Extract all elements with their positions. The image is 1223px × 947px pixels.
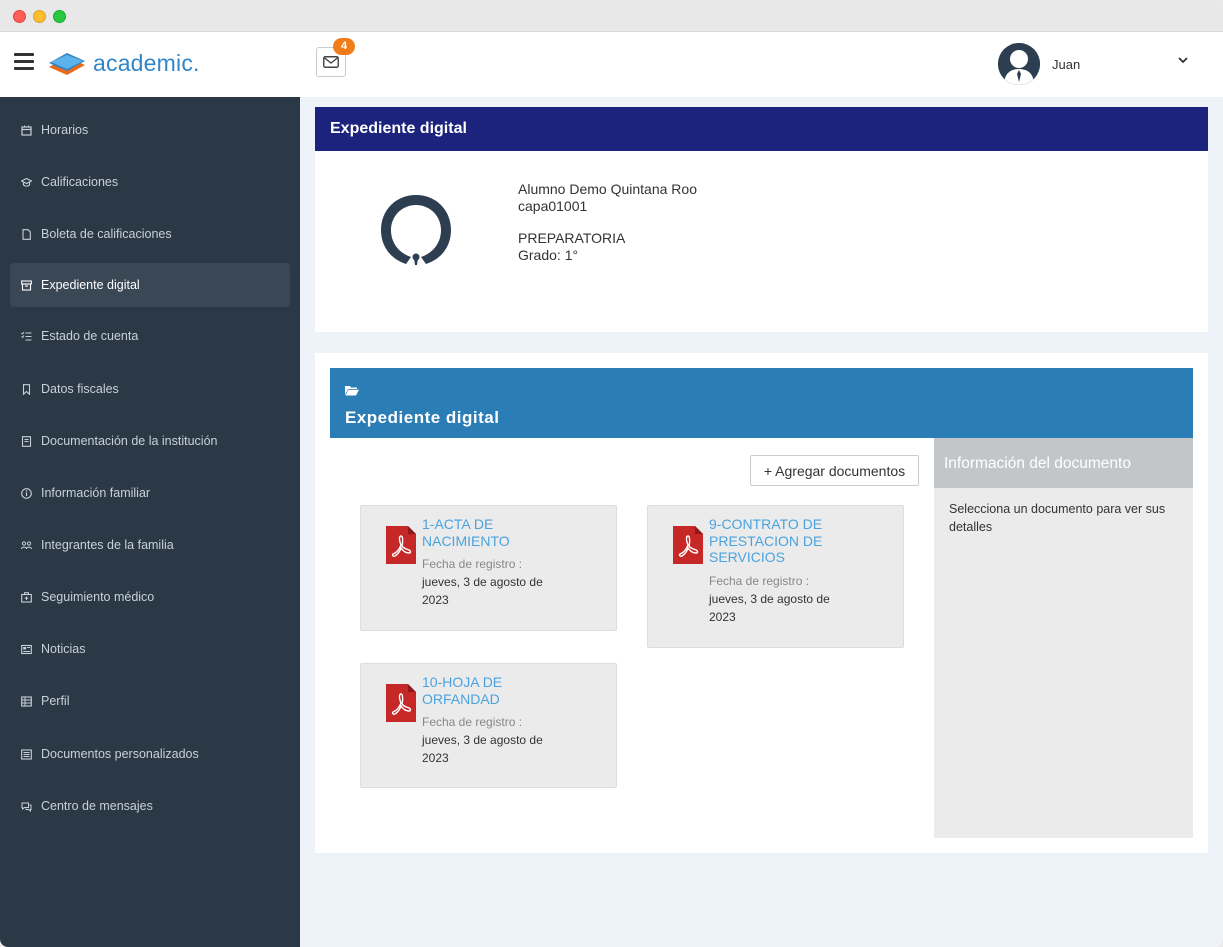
sidebar-item-expediente-digital[interactable]: Expediente digital xyxy=(10,263,290,307)
sidebar-item-horarios[interactable]: Horarios xyxy=(10,108,290,152)
info-panel-title: Información del documento xyxy=(934,438,1193,488)
document-card[interactable]: 1-ACTA DE NACIMIENTO Fecha de registro :… xyxy=(360,505,617,631)
sidebar-item-seguimiento-medico[interactable]: Seguimiento médico xyxy=(10,575,290,619)
student-level: PREPARATORIA xyxy=(518,230,626,246)
student-grade: Grado: 1° xyxy=(518,246,579,263)
sidebar-item-label: Centro de mensajes xyxy=(41,799,153,813)
date-label: Fecha de registro : xyxy=(422,715,523,729)
sidebar-item-informacion-familiar[interactable]: Información familiar xyxy=(10,471,290,515)
chevron-down-icon[interactable] xyxy=(1178,56,1188,64)
student-name: Alumno Demo Quintana Roo xyxy=(518,181,697,197)
sidebar-item-label: Seguimiento médico xyxy=(41,590,155,604)
document-date: Fecha de registro : jueves, 3 de agosto … xyxy=(422,555,572,609)
sidebar-item-label: Expediente digital xyxy=(41,278,140,292)
pdf-file-icon xyxy=(386,684,416,722)
comments-icon xyxy=(21,802,32,812)
date-label: Fecha de registro : xyxy=(422,557,523,571)
window-titlebar xyxy=(0,0,1223,32)
logo-book-icon xyxy=(49,53,85,75)
sidebar-item-centro-mensajes[interactable]: Centro de mensajes xyxy=(10,784,290,828)
sidebar-item-label: Documentos personalizados xyxy=(41,747,199,761)
list-alt-icon xyxy=(21,748,32,760)
file-icon xyxy=(22,228,31,240)
profile-card-title: Expediente digital xyxy=(315,107,1208,151)
sidebar-item-perfil[interactable]: Perfil xyxy=(10,679,290,723)
list-check-icon xyxy=(21,331,32,340)
newspaper-icon xyxy=(21,644,32,654)
sidebar-item-estado-de-cuenta[interactable]: Estado de cuenta xyxy=(10,314,290,358)
sidebar-item-label: Perfil xyxy=(41,694,70,708)
sidebar-item-label: Estado de cuenta xyxy=(41,329,139,343)
unread-count-badge: 4 xyxy=(333,38,355,55)
calendar-icon xyxy=(21,125,32,136)
info-panel-body: Selecciona un documento para ver sus det… xyxy=(949,502,1166,534)
document-date: Fecha de registro : jueves, 3 de agosto … xyxy=(422,713,572,767)
document-info-panel: Información del documento Selecciona un … xyxy=(934,438,1193,838)
expediente-card: Expediente digital + Agregar documentos … xyxy=(315,353,1208,853)
pdf-file-icon xyxy=(673,526,703,564)
users-icon xyxy=(21,540,32,549)
user-menu[interactable]: Juan xyxy=(998,43,1198,85)
menu-toggle-icon[interactable] xyxy=(14,53,34,71)
date-value: jueves, 3 de agosto de 2023 xyxy=(422,733,543,765)
student-avatar-icon xyxy=(381,195,451,265)
student-info: Alumno Demo Quintana Roo capa01001 PREPA… xyxy=(518,181,697,263)
close-window-button[interactable] xyxy=(13,10,26,23)
app-window: academic. 4 Juan Horarios Calificaciones… xyxy=(0,0,1223,947)
user-avatar xyxy=(998,43,1040,85)
graduation-cap-icon xyxy=(21,177,32,187)
envelope-icon xyxy=(323,56,339,68)
maximize-window-button[interactable] xyxy=(53,10,66,23)
sidebar-item-noticias[interactable]: Noticias xyxy=(10,627,290,671)
expediente-title: Expediente digital xyxy=(345,408,500,427)
medkit-icon xyxy=(21,591,32,603)
add-documents-button[interactable]: + Agregar documentos xyxy=(750,455,919,486)
expediente-header: Expediente digital xyxy=(330,368,1193,438)
sidebar-item-boleta[interactable]: Boleta de calificaciones xyxy=(10,212,290,256)
minimize-window-button[interactable] xyxy=(33,10,46,23)
sidebar-item-label: Información familiar xyxy=(41,486,151,500)
sidebar-item-label: Boleta de calificaciones xyxy=(41,227,172,241)
document-title[interactable]: 10-HOJA DE ORFANDAD xyxy=(422,674,572,707)
sidebar-item-documentacion-institucion[interactable]: Documentación de la institución xyxy=(10,419,290,463)
date-value: jueves, 3 de agosto de 2023 xyxy=(709,592,830,624)
info-circle-icon xyxy=(21,487,32,499)
bookmark-icon xyxy=(22,383,31,395)
document-title[interactable]: 1-ACTA DE NACIMIENTO xyxy=(422,516,572,549)
date-value: jueves, 3 de agosto de 2023 xyxy=(422,575,543,607)
top-header: academic. 4 Juan xyxy=(0,32,1223,97)
student-id: capa01001 xyxy=(518,197,588,214)
sidebar-item-datos-fiscales[interactable]: Datos fiscales xyxy=(10,367,290,411)
main-content: Expediente digital Alumno Demo Quintana … xyxy=(300,97,1223,947)
sidebar-item-integrantes-familia[interactable]: Integrantes de la familia xyxy=(10,523,290,567)
document-card[interactable]: 10-HOJA DE ORFANDAD Fecha de registro : … xyxy=(360,663,617,788)
sidebar-item-label: Documentación de la institución xyxy=(41,434,218,448)
sidebar: Horarios Calificaciones Boleta de califi… xyxy=(0,97,300,947)
book-icon xyxy=(21,435,32,447)
student-profile-card: Expediente digital Alumno Demo Quintana … xyxy=(315,107,1208,332)
sidebar-item-label: Datos fiscales xyxy=(41,382,119,396)
date-label: Fecha de registro : xyxy=(709,574,810,588)
academic-logo[interactable]: academic. xyxy=(47,48,200,78)
logo-text: academic. xyxy=(93,49,200,76)
document-title[interactable]: 9-CONTRATO DE PRESTACION DE SERVICIOS xyxy=(709,516,859,566)
sidebar-item-label: Horarios xyxy=(41,123,89,137)
document-card[interactable]: 9-CONTRATO DE PRESTACION DE SERVICIOS Fe… xyxy=(647,505,904,648)
table-icon xyxy=(21,695,32,707)
sidebar-item-label: Integrantes de la familia xyxy=(41,538,174,552)
archive-icon xyxy=(21,279,32,291)
sidebar-item-label: Calificaciones xyxy=(41,175,119,189)
sidebar-item-label: Noticias xyxy=(41,642,86,656)
sidebar-item-calificaciones[interactable]: Calificaciones xyxy=(10,160,290,204)
sidebar-item-documentos-personalizados[interactable]: Documentos personalizados xyxy=(10,732,290,776)
document-date: Fecha de registro : jueves, 3 de agosto … xyxy=(709,572,859,626)
folder-open-icon xyxy=(345,386,359,396)
user-name: Juan xyxy=(1052,56,1081,72)
pdf-file-icon xyxy=(386,526,416,564)
